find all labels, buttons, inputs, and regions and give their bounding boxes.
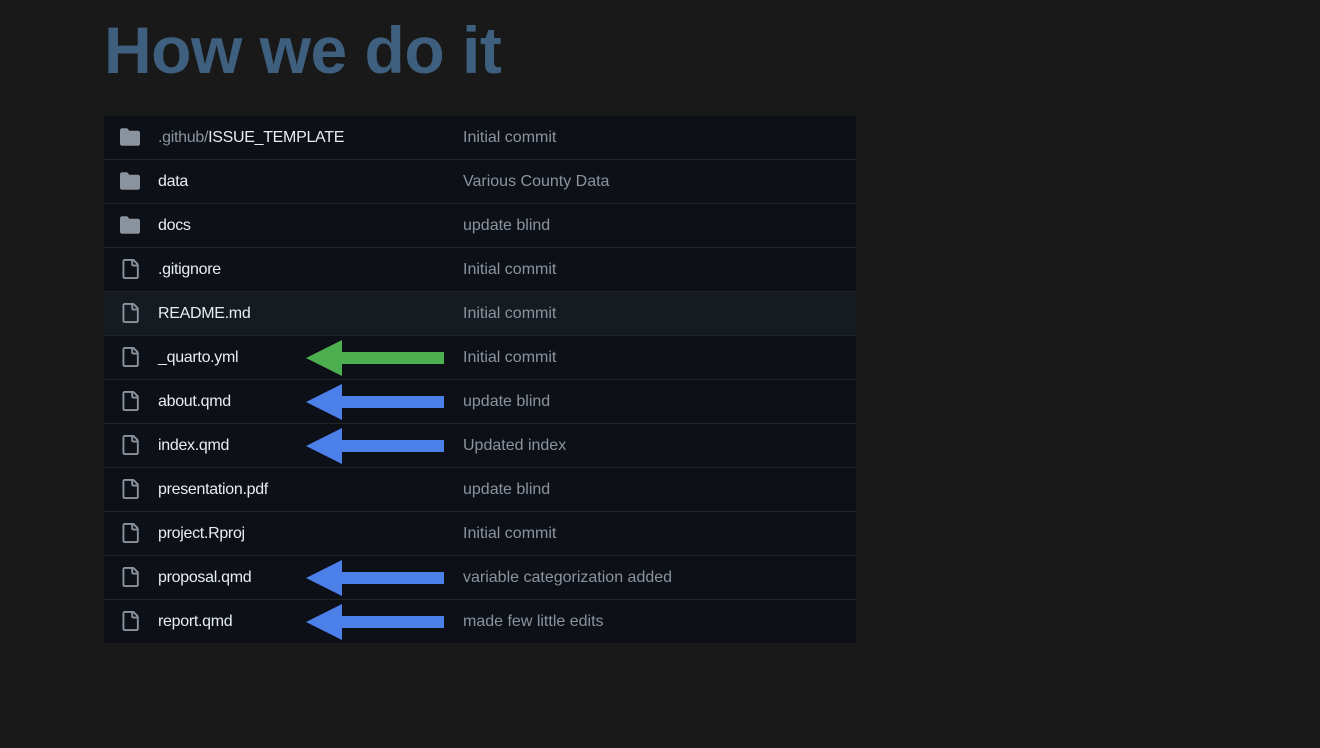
file-row[interactable]: project.Rproj Initial commit	[104, 512, 856, 556]
file-row[interactable]: report.qmd made few little edits	[104, 600, 856, 643]
file-icon	[120, 523, 140, 543]
file-row[interactable]: _quarto.yml Initial commit	[104, 336, 856, 380]
commit-message-link[interactable]: Initial commit	[463, 260, 556, 280]
folder-icon	[120, 215, 140, 235]
folder-icon	[120, 171, 140, 191]
file-name-link[interactable]: .github/ISSUE_TEMPLATE	[158, 128, 344, 148]
file-row[interactable]: .github/ISSUE_TEMPLATE Initial commit	[104, 116, 856, 160]
green-arrow-icon	[304, 339, 446, 377]
file-name-text: project.Rproj	[158, 525, 245, 542]
file-name-link[interactable]: docs	[158, 216, 191, 236]
file-name-text: presentation.pdf	[158, 481, 268, 498]
file-icon	[120, 391, 140, 411]
file-row[interactable]: docs update blind	[104, 204, 856, 248]
file-row[interactable]: index.qmd Updated index	[104, 424, 856, 468]
file-name-link[interactable]: proposal.qmd	[158, 568, 252, 588]
commit-message-link[interactable]: update blind	[463, 216, 550, 236]
file-row[interactable]: presentation.pdf update blind	[104, 468, 856, 512]
commit-message-link[interactable]: Updated index	[463, 436, 566, 456]
file-icon	[120, 303, 140, 323]
blue-arrow-icon	[304, 603, 446, 641]
commit-message-link[interactable]: Initial commit	[463, 348, 556, 368]
file-row[interactable]: data Various County Data	[104, 160, 856, 204]
file-row[interactable]: proposal.qmd variable categorization adde…	[104, 556, 856, 600]
file-icon	[120, 435, 140, 455]
file-name-link[interactable]: about.qmd	[158, 392, 231, 412]
file-row[interactable]: README.md Initial commit	[104, 292, 856, 336]
file-name-link[interactable]: report.qmd	[158, 612, 233, 632]
file-name-text: README.md	[158, 305, 251, 322]
file-name-text: proposal.qmd	[158, 569, 252, 586]
commit-message-link[interactable]: Initial commit	[463, 524, 556, 544]
file-name-text: index.qmd	[158, 437, 230, 454]
file-name-text: ISSUE_TEMPLATE	[208, 129, 345, 146]
file-name-text: data	[158, 173, 188, 190]
file-icon	[120, 611, 140, 631]
file-name-text: .gitignore	[158, 261, 221, 278]
commit-message-link[interactable]: variable categorization added	[463, 568, 672, 588]
file-name-text: docs	[158, 217, 191, 234]
blue-arrow-icon	[304, 383, 446, 421]
file-name-text: _quarto.yml	[158, 349, 239, 366]
file-row[interactable]: .gitignore Initial commit	[104, 248, 856, 292]
file-icon	[120, 479, 140, 499]
folder-icon	[120, 127, 140, 147]
slide-title: How we do it	[104, 13, 502, 87]
file-name-link[interactable]: .gitignore	[158, 260, 221, 280]
file-name-link[interactable]: data	[158, 172, 188, 192]
commit-message-link[interactable]: Various County Data	[463, 172, 609, 192]
file-name-link[interactable]: presentation.pdf	[158, 480, 268, 500]
file-name-link[interactable]: index.qmd	[158, 436, 229, 456]
file-name-text: about.qmd	[158, 393, 231, 410]
commit-message-link[interactable]: Initial commit	[463, 128, 556, 148]
file-name-link[interactable]: README.md	[158, 304, 251, 324]
commit-message-link[interactable]: made few little edits	[463, 612, 604, 632]
commit-message-link[interactable]: update blind	[463, 480, 550, 500]
file-icon	[120, 567, 140, 587]
file-name-link[interactable]: _quarto.yml	[158, 348, 239, 368]
file-icon	[120, 259, 140, 279]
blue-arrow-icon	[304, 427, 446, 465]
file-icon	[120, 347, 140, 367]
blue-arrow-icon	[304, 559, 446, 597]
file-row[interactable]: about.qmd update blind	[104, 380, 856, 424]
commit-message-link[interactable]: update blind	[463, 392, 550, 412]
file-list: .github/ISSUE_TEMPLATE Initial commit data…	[104, 116, 856, 643]
file-path-prefix: .github/	[158, 129, 209, 146]
file-name-link[interactable]: project.Rproj	[158, 524, 245, 544]
file-name-text: report.qmd	[158, 613, 233, 630]
commit-message-link[interactable]: Initial commit	[463, 304, 556, 324]
